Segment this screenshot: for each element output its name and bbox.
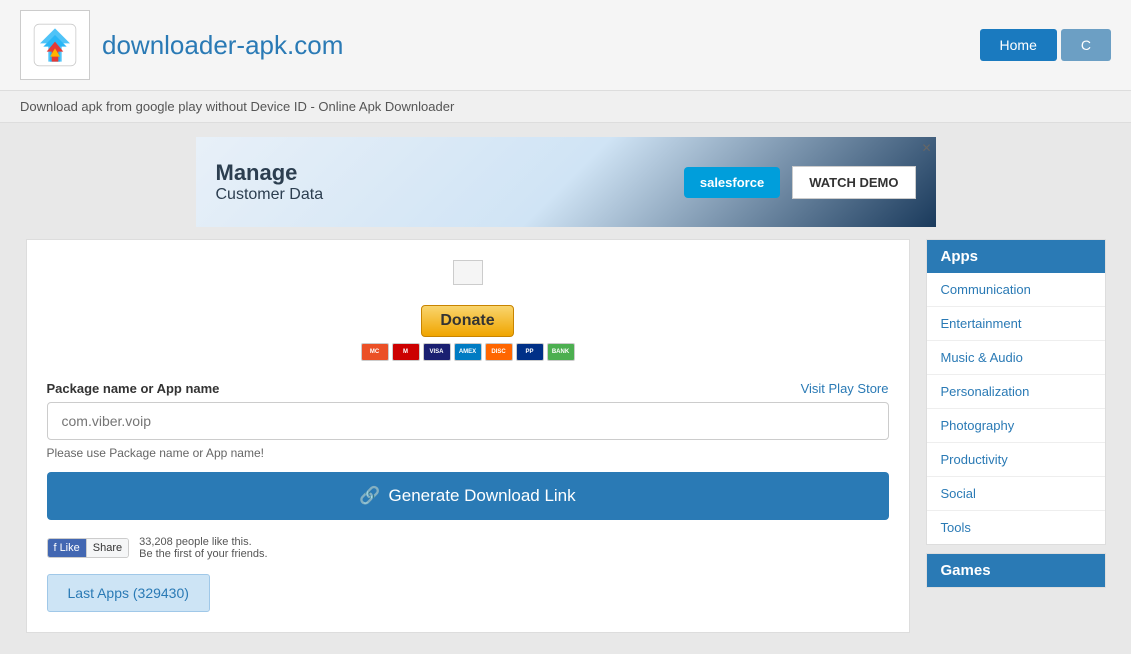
generate-label: Generate Download Link	[389, 486, 576, 506]
link-icon: 🔗	[359, 486, 380, 506]
amex-icon: AMEX	[454, 343, 482, 361]
apps-section: Apps Communication Entertainment Music &…	[926, 239, 1106, 545]
site-title[interactable]: downloader-apk.com	[102, 30, 343, 61]
ad-banner: Manage Customer Data salesforce WATCH DE…	[196, 137, 936, 227]
maestro-icon: M	[392, 343, 420, 361]
sidebar: Apps Communication Entertainment Music &…	[926, 239, 1106, 596]
sidebar-item-productivity[interactable]: Productivity	[927, 443, 1105, 477]
watch-demo-button[interactable]: WATCH DEMO	[792, 166, 915, 199]
form-label-row: Package name or App name Visit Play Stor…	[47, 381, 889, 396]
donate-button[interactable]: Donate	[421, 305, 513, 337]
ad-right: salesforce WATCH DEMO	[684, 166, 916, 199]
package-input[interactable]	[47, 402, 889, 440]
sidebar-item-music-audio[interactable]: Music & Audio	[927, 341, 1105, 375]
games-section: Games	[926, 553, 1106, 588]
logo-icon	[20, 10, 90, 80]
fb-count-area: 33,208 people like this. Be the first of…	[139, 536, 267, 560]
ad-line2: Customer Data	[216, 186, 324, 204]
payment-icons: MC M VISA AMEX DISC PP BANK	[47, 343, 889, 361]
ad-close-icon[interactable]: ✕	[921, 141, 931, 155]
apps-header: Apps	[927, 240, 1105, 273]
sidebar-item-social[interactable]: Social	[927, 477, 1105, 511]
hint-text: Please use Package name or App name!	[47, 446, 889, 460]
sidebar-item-personalization[interactable]: Personalization	[927, 375, 1105, 409]
fb-share-inner: Share	[86, 539, 128, 557]
sidebar-item-communication[interactable]: Communication	[927, 273, 1105, 307]
paypal-icon: PP	[516, 343, 544, 361]
logo-area: downloader-apk.com	[20, 10, 343, 80]
nav-buttons: Home C	[980, 29, 1111, 61]
ad-left: Manage Customer Data	[216, 160, 324, 204]
discover-icon: DISC	[485, 343, 513, 361]
bank-icon: BANK	[547, 343, 575, 361]
subtitle-text: Download apk from google play without De…	[20, 99, 454, 114]
sidebar-item-photography[interactable]: Photography	[927, 409, 1105, 443]
package-label: Package name or App name	[47, 381, 220, 396]
visa-icon: VISA	[423, 343, 451, 361]
ad-salesforce: salesforce	[684, 167, 780, 198]
donate-section: Donate MC M VISA AMEX DISC PP BANK	[47, 305, 889, 361]
fb-icon: f	[54, 542, 57, 554]
fb-count-sub: Be the first of your friends.	[139, 548, 267, 560]
fb-like-inner: f Like	[48, 539, 86, 557]
mastercard-icon: MC	[361, 343, 389, 361]
fb-like-label: Like	[60, 542, 80, 554]
subtitle-bar: Download apk from google play without De…	[0, 91, 1131, 123]
visit-play-store-link[interactable]: Visit Play Store	[801, 381, 889, 396]
center-panel: Donate MC M VISA AMEX DISC PP BANK Packa…	[26, 239, 910, 633]
sidebar-item-entertainment[interactable]: Entertainment	[927, 307, 1105, 341]
sidebar-item-tools[interactable]: Tools	[927, 511, 1105, 544]
second-nav-button[interactable]: C	[1061, 29, 1111, 61]
fb-area: f Like Share 33,208 people like this. Be…	[47, 536, 889, 560]
app-image-placeholder	[453, 260, 483, 285]
logo-svg	[30, 20, 80, 70]
ad-line1: Manage	[216, 160, 324, 186]
fb-count: 33,208 people like this.	[139, 536, 267, 548]
main-content: Donate MC M VISA AMEX DISC PP BANK Packa…	[16, 239, 1116, 633]
fb-like-button[interactable]: f Like Share	[47, 538, 130, 558]
last-apps-button[interactable]: Last Apps (329430)	[47, 574, 210, 612]
header: downloader-apk.com Home C	[0, 0, 1131, 91]
home-button[interactable]: Home	[980, 29, 1057, 61]
generate-button[interactable]: 🔗 Generate Download Link	[47, 472, 889, 520]
games-header: Games	[927, 554, 1105, 587]
